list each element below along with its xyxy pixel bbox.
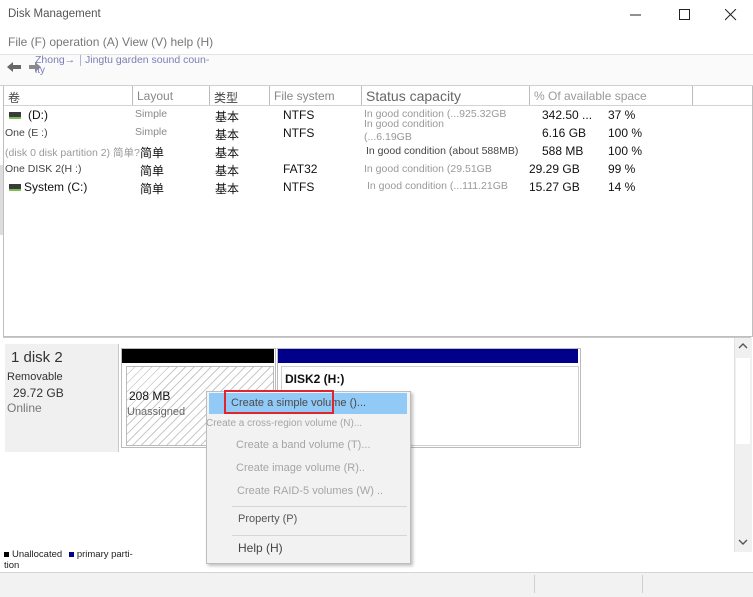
menu-item-help[interactable]: Help (H)	[238, 541, 283, 555]
scroll-thumb[interactable]	[736, 358, 750, 444]
list-header: 卷 Layout 类型 File system Status capacity …	[4, 86, 752, 106]
partition-size: 208 MB	[129, 389, 171, 403]
volume-free: 99 %	[608, 162, 636, 176]
close-icon	[725, 9, 737, 21]
column-header-free[interactable]: % Of available space	[530, 86, 693, 105]
volume-fs: NTFS	[283, 126, 315, 140]
volume-type: 基本	[215, 146, 240, 160]
volume-layout: 简单	[140, 146, 165, 160]
volume-name: (D:)	[28, 108, 48, 122]
volume-name: One DISK 2(H :)	[5, 163, 82, 175]
column-header-layout[interactable]: Layout	[133, 86, 210, 105]
menu-separator	[232, 506, 407, 507]
status-divider	[642, 575, 643, 593]
menu-item-properties[interactable]: Property (P)	[238, 513, 297, 525]
window-title: Disk Management	[8, 8, 101, 20]
volume-layout: 简单	[140, 164, 165, 178]
volume-type: 基本	[215, 128, 240, 142]
status-bar	[0, 572, 753, 597]
volume-type: 基本	[215, 182, 240, 196]
volume-name: System (C:)	[24, 180, 88, 194]
disk-kind: Removable	[7, 371, 63, 383]
legend-unallocated: Unallocated	[12, 549, 63, 560]
volume-capacity: 342.50 ...	[542, 108, 593, 122]
legend-primary-swatch	[68, 551, 74, 557]
menu-separator	[232, 535, 407, 536]
volume-status: In good condition (...111.21GB	[367, 180, 508, 192]
menu-item-new-striped-volume[interactable]: Create a band volume (T)...	[236, 439, 371, 451]
column-header-filesystem[interactable]: File system	[270, 86, 362, 105]
close-button[interactable]	[713, 4, 749, 26]
partition-label: DISK2 (H:)	[285, 372, 345, 386]
legend-primary: primary parti-	[76, 549, 133, 560]
minimize-button[interactable]	[618, 4, 654, 26]
volume-capacity: 6.16 GB	[542, 126, 587, 140]
disk-size: 29.72 GB	[13, 386, 64, 400]
disk-label-box[interactable]: 1 disk 2 Removable 29.72 GB Online	[5, 344, 119, 452]
disk-state: Online	[7, 401, 42, 415]
minimize-icon	[630, 14, 641, 16]
volume-layout: Simple	[135, 126, 168, 138]
volume-capacity: 29.29 GB	[529, 162, 580, 176]
volume-name: (disk 0 disk partition 2) 简单?	[5, 147, 140, 159]
maximize-button[interactable]	[667, 4, 703, 26]
toolbar-fragment-2: ity	[35, 65, 45, 76]
volume-status: In good condition (about 588MB)	[366, 145, 519, 157]
column-header-status[interactable]: Status capacity	[362, 86, 530, 105]
column-header-volume[interactable]: 卷	[4, 86, 133, 105]
volume-type: 基本	[215, 164, 240, 178]
back-arrow-icon[interactable]	[6, 60, 22, 74]
drive-icon	[9, 184, 21, 191]
volume-fs: FAT32	[283, 162, 318, 176]
maximize-icon	[679, 9, 690, 20]
partition-bar-unallocated	[122, 349, 274, 363]
volume-name: One (E :)	[5, 127, 48, 139]
column-header-type[interactable]: 类型	[210, 86, 270, 105]
legend-continued: tion	[4, 560, 20, 571]
volume-free: 100 %	[608, 144, 643, 158]
volume-layout: 简单	[140, 182, 165, 196]
highlight-annotation	[224, 390, 334, 414]
menu-item-new-mirrored-volume[interactable]: Create image volume (R)..	[236, 462, 365, 474]
volume-free: 100 %	[608, 126, 643, 140]
volume-fs: NTFS	[283, 108, 315, 122]
volume-layout: Simple	[135, 108, 168, 120]
menu-item-new-raid5-volume[interactable]: Create RAID-5 volumes (W) ..	[237, 485, 383, 497]
drive-icon	[9, 112, 21, 119]
volume-status: In good condition	[364, 118, 444, 130]
disk-title: 1 disk 2	[11, 349, 63, 366]
toolbar-separator	[80, 55, 81, 66]
menu-item-new-spanned-volume[interactable]: Create a cross-region volume (N)...	[206, 418, 362, 429]
partition-status: Unassigned	[127, 406, 186, 418]
scroll-up-icon[interactable]	[738, 342, 748, 350]
volume-free: 14 %	[608, 180, 636, 194]
scroll-down-icon[interactable]	[738, 538, 748, 546]
legend-unallocated-swatch	[4, 551, 9, 557]
volume-capacity: 15.27 GB	[529, 180, 580, 194]
volume-free: 37 %	[608, 108, 636, 122]
partition-bar-disk2	[278, 349, 578, 363]
volume-status-2: (...6.19GB	[364, 131, 412, 143]
toolbar-fragment-3: Jingtu garden sound coun-	[85, 54, 210, 66]
volume-type: 基本	[215, 110, 240, 124]
legend: Unallocated primary parti-	[4, 549, 133, 560]
menu-text[interactable]: File (F) operation (A) View (V) help (H)	[8, 35, 213, 49]
volume-fs: NTFS	[283, 180, 315, 194]
left-edge	[0, 165, 3, 235]
volume-capacity: 588 MB	[542, 144, 584, 158]
status-divider	[534, 575, 535, 593]
volume-status: In good condition (29.51GB	[364, 163, 492, 175]
context-menu	[206, 391, 411, 564]
